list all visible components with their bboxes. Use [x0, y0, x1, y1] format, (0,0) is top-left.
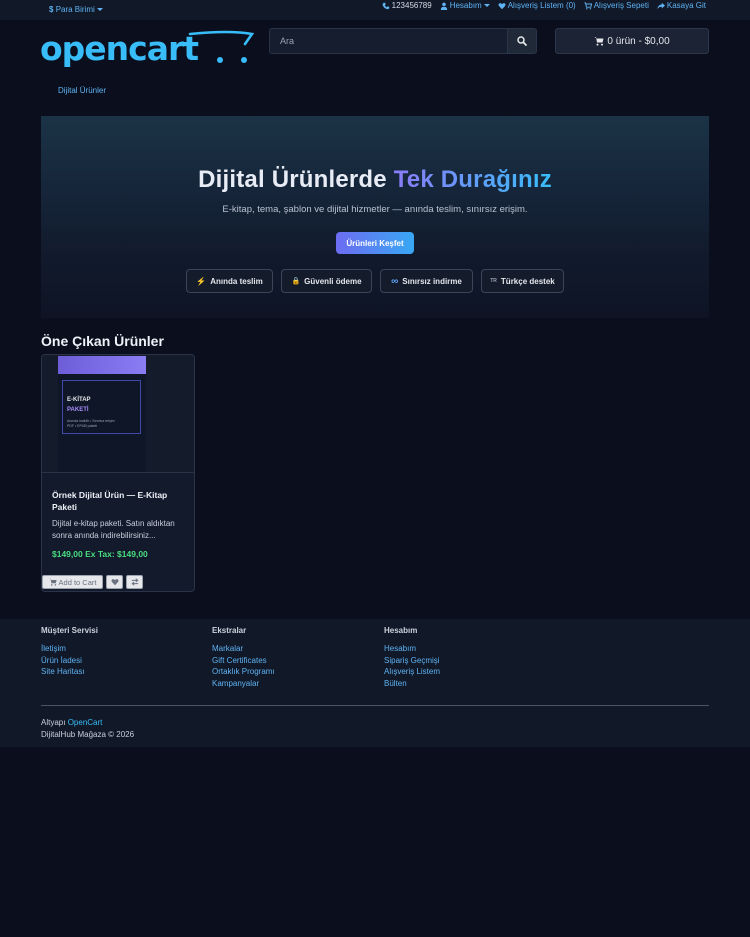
cart-icon: [48, 578, 57, 586]
hero-title-main: Dijital Ürünlerde: [198, 166, 394, 193]
heart-icon: [110, 579, 119, 586]
user-icon: [440, 2, 447, 10]
hero-banner: Dijital Ürünlerde Tek Durağınız E-kitap,…: [41, 116, 709, 318]
product-description: Dijital e-kitap paketi. Satın aldıktan s…: [52, 519, 175, 540]
logo-cart-icon: [188, 30, 255, 46]
phone-text: 123456789: [391, 1, 432, 10]
featured-title: Öne Çıkan Ürünler: [41, 333, 164, 349]
compare-button[interactable]: [126, 575, 143, 589]
breadcrumb-item[interactable]: Dijital Ürünler: [58, 86, 106, 95]
cart-icon: [594, 37, 604, 46]
footer-divider: [41, 705, 709, 706]
product-name-link[interactable]: Örnek Dijital Ürün — E-Kitap Paketi: [52, 489, 188, 513]
product-image[interactable]: E-KİTAP PAKETİ Anında indirilir • Sınırs…: [58, 356, 146, 472]
badge-label: Güvenli ödeme: [304, 276, 362, 286]
top-links: 123456789 Hesabım Alışveriş Listem (0) A…: [382, 1, 706, 10]
footer-link[interactable]: Hesabım: [384, 643, 544, 655]
badge-turkish-support: TR Türkçe destek: [481, 269, 564, 293]
search-bar: [269, 28, 537, 54]
powered-prefix: Altyapı: [41, 718, 66, 727]
footer-link[interactable]: Sipariş Geçmişi: [384, 655, 544, 667]
cart-button[interactable]: 0 ürün - $0,00: [555, 28, 709, 54]
explore-products-button[interactable]: Ürünleri Keşfet: [336, 232, 414, 254]
currency-symbol: $: [49, 5, 54, 14]
infinity-icon: ∞: [391, 275, 399, 287]
badge-label: Anında teslim: [210, 276, 263, 286]
footer: Müşteri Servisi İletişim Ürün İadesi Sit…: [0, 619, 750, 747]
product-image-container[interactable]: E-KİTAP PAKETİ Anında indirilir • Sınırs…: [42, 355, 194, 473]
badge-secure-payment: 🔒 Güvenli ödeme: [281, 269, 372, 293]
currency-label: Para Birimi: [55, 5, 95, 14]
phone-link[interactable]: 123456789: [382, 1, 432, 10]
turkey-flag-icon: TR: [490, 278, 497, 284]
footer-link[interactable]: Kampanyalar: [212, 678, 372, 690]
product-card: E-KİTAP PAKETİ Anında indirilir • Sınırs…: [41, 354, 195, 592]
hero-subtitle: E-kitap, tema, şablon ve dijital hizmetl…: [222, 204, 528, 215]
currency-dropdown[interactable]: $ Para Birimi: [49, 5, 103, 14]
footer-link[interactable]: Site Haritası: [41, 666, 201, 678]
cover-subtitle: PAKETİ: [67, 407, 89, 413]
cover-title: E-KİTAP: [67, 397, 91, 403]
cover-line: PDF • EPUB paketi: [67, 424, 98, 428]
wishlist-link[interactable]: Alışveriş Listem (0): [498, 1, 576, 10]
cart-button-label: 0 ürün - $0,00: [607, 35, 670, 47]
footer-link[interactable]: Ortaklık Programı: [212, 666, 372, 678]
heart-icon: [498, 2, 506, 9]
product-price: $149,00 Ex Tax: $149,00: [52, 549, 148, 559]
account-text: Hesabım: [449, 1, 482, 10]
search-button[interactable]: [508, 28, 537, 54]
phone-icon: [382, 2, 389, 9]
search-icon: [517, 36, 527, 46]
cover-line: Anında indirilir • Sınırsız erişim: [67, 419, 115, 423]
footer-column-title: Hesabım: [384, 626, 418, 635]
add-to-cart-button[interactable]: Add to Cart: [42, 575, 103, 589]
lightning-icon: ⚡: [196, 276, 207, 286]
checkout-text: Kasaya Git: [666, 1, 706, 10]
footer-link[interactable]: Markalar: [212, 643, 372, 655]
cart-icon: [584, 1, 592, 10]
account-link[interactable]: Hesabım: [440, 1, 490, 10]
footer-link[interactable]: Ürün İadesi: [41, 655, 201, 667]
badge-instant-delivery: ⚡ Anında teslim: [186, 269, 273, 293]
add-to-cart-label: Add to Cart: [58, 577, 97, 587]
badge-label: Sınırsız indirme: [402, 276, 462, 286]
footer-link[interactable]: Gift Certificates: [212, 655, 372, 667]
shopping-cart-link[interactable]: Alışveriş Sepeti: [584, 1, 649, 10]
footer-link[interactable]: İletişim: [41, 643, 201, 655]
footer-column-extras: Ekstralar Markalar Gift Certificates Ort…: [212, 626, 372, 690]
search-input[interactable]: [269, 28, 508, 54]
lock-icon: 🔒: [291, 278, 301, 285]
wishlist-text: Alışveriş Listem (0): [507, 1, 576, 10]
footer-column-customer-service: Müşteri Servisi İletişim Ürün İadesi Sit…: [41, 626, 201, 678]
badge-unlimited-download: ∞ Sınırsız indirme: [380, 269, 473, 293]
copyright: DijitalHub Mağaza © 2026: [41, 730, 135, 739]
shopping-cart-text: Alışveriş Sepeti: [593, 1, 649, 10]
caret-down-icon: [96, 8, 103, 12]
opencart-logo: opencart: [40, 29, 255, 68]
caret-down-icon: [483, 4, 490, 7]
top-bar: $ Para Birimi 123456789 Hesabım Alışveri…: [0, 0, 750, 20]
exchange-icon: [130, 578, 139, 586]
hero-title-highlight: Tek Durağınız: [393, 166, 552, 193]
site-logo[interactable]: opencart: [40, 27, 255, 69]
badge-label: Türkçe destek: [500, 276, 555, 286]
product-actions: Add to Cart: [42, 575, 143, 589]
footer-link[interactable]: Alışveriş Listem: [384, 666, 544, 678]
opencart-link[interactable]: OpenCart: [68, 718, 103, 727]
footer-link[interactable]: Bülten: [384, 678, 544, 690]
cover-band: [58, 356, 146, 374]
logo-text: opencart: [40, 29, 199, 68]
footer-column-account: Hesabım Hesabım Sipariş Geçmişi Alışveri…: [384, 626, 544, 690]
checkout-link[interactable]: Kasaya Git: [657, 1, 706, 10]
footer-column-title: Müşteri Servisi: [41, 626, 98, 635]
hero-title: Dijital Ürünlerde Tek Durağınız: [41, 166, 709, 194]
wishlist-button[interactable]: [106, 575, 123, 589]
share-icon: [657, 2, 665, 9]
powered-by: Altyapı OpenCart DijitalHub Mağaza © 202…: [41, 717, 134, 741]
footer-column-title: Ekstralar: [212, 626, 247, 635]
breadcrumb: Dijital Ürünler: [58, 86, 106, 95]
